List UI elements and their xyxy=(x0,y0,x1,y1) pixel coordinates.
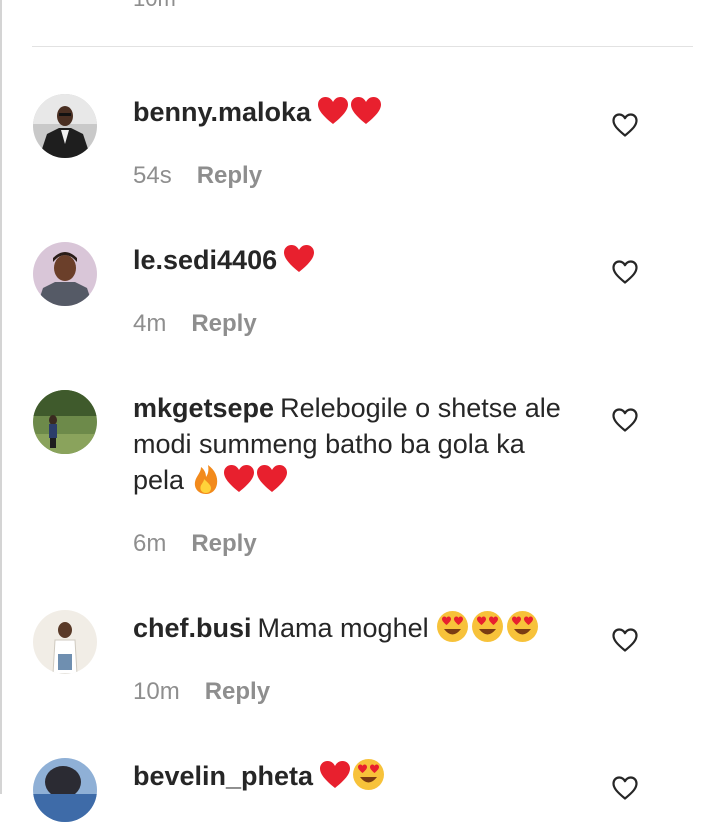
comment-meta: 10m Reply xyxy=(133,678,270,706)
like-heart-icon[interactable] xyxy=(611,112,639,138)
like-heart-icon[interactable] xyxy=(611,259,639,285)
window-left-border xyxy=(0,0,2,794)
red-heart-icon xyxy=(318,97,349,124)
previous-comment-timestamp: 10m xyxy=(133,0,176,12)
like-heart-icon[interactable] xyxy=(611,775,639,801)
comment-username[interactable]: le.sedi4406 xyxy=(133,245,277,275)
comment-body: benny.maloka xyxy=(133,94,583,130)
comment-body: bevelin_pheta xyxy=(133,758,583,794)
comment-timestamp: 10m xyxy=(133,678,180,705)
avatar[interactable] xyxy=(33,242,97,306)
comment-username[interactable]: chef.busi xyxy=(133,613,252,643)
reply-button[interactable]: Reply xyxy=(191,310,256,338)
avatar[interactable] xyxy=(33,94,97,158)
red-heart-icon xyxy=(284,245,315,272)
comment-timestamp: 6m xyxy=(133,530,167,557)
heart-eyes-icon xyxy=(472,611,504,642)
reply-button[interactable]: Reply xyxy=(197,162,262,190)
section-divider xyxy=(32,46,693,47)
comment-username[interactable]: mkgetsepe xyxy=(133,393,274,423)
avatar[interactable] xyxy=(33,610,97,674)
comment-username[interactable]: bevelin_pheta xyxy=(133,761,313,791)
fire-icon xyxy=(194,465,217,494)
comment-meta: 6m Reply xyxy=(133,530,257,558)
comment-body: le.sedi4406 xyxy=(133,242,583,278)
comment-username[interactable]: benny.maloka xyxy=(133,97,311,127)
red-heart-icon xyxy=(320,761,351,788)
avatar[interactable] xyxy=(33,758,97,822)
comment-body: mkgetsepe Relebogile o shetse ale modi su… xyxy=(133,390,583,498)
like-heart-icon[interactable] xyxy=(611,407,639,433)
red-heart-icon xyxy=(351,97,382,124)
red-heart-icon xyxy=(223,465,254,492)
avatar[interactable] xyxy=(33,390,97,454)
reply-button[interactable]: Reply xyxy=(191,530,256,558)
comment-timestamp: 54s xyxy=(133,162,172,189)
heart-eyes-icon xyxy=(507,611,539,642)
red-heart-icon xyxy=(256,465,287,492)
heart-eyes-icon xyxy=(437,611,469,642)
comment-body: chef.busi Mama moghel xyxy=(133,610,583,646)
comment-meta: 54s Reply xyxy=(133,162,262,190)
heart-eyes-icon xyxy=(353,759,385,790)
comment-timestamp: 4m xyxy=(133,310,167,337)
comment-text: Mama moghel xyxy=(257,613,429,643)
like-heart-icon[interactable] xyxy=(611,627,639,653)
reply-button[interactable]: Reply xyxy=(205,678,270,706)
comment-meta: 4m Reply xyxy=(133,310,257,338)
